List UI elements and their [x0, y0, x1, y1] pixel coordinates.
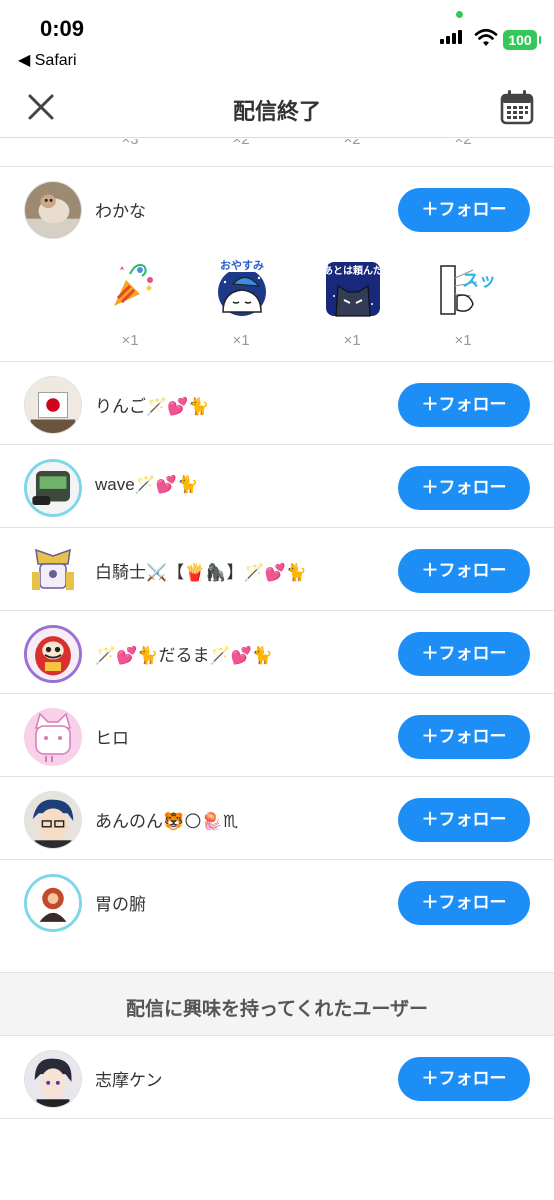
- oyasumi-sticker-icon: おやすみ: [215, 258, 269, 316]
- user-row: りんご🪄💕🐈 ＋フォロー: [0, 363, 554, 445]
- user-row: wave🪄💕🐈 ＋フォロー: [0, 446, 554, 528]
- gift-count: ×2: [232, 139, 250, 148]
- section-title: 配信に興味を持ってくれたユーザー: [125, 999, 429, 1020]
- gift-count: ×3: [121, 139, 139, 148]
- gift-list: ×1 おやすみ ×1 あとは頼んだ ×1 スッ ×1: [0, 246, 554, 366]
- user-row: 胃の腑 ＋フォロー: [0, 861, 554, 943]
- follow-button[interactable]: ＋フォロー: [398, 466, 530, 510]
- avatar[interactable]: [24, 542, 82, 600]
- avatar[interactable]: [24, 625, 82, 683]
- calendar-icon[interactable]: [500, 89, 534, 125]
- divider: [0, 166, 554, 167]
- user-name: 志摩ケン: [95, 1071, 163, 1090]
- battery-icon: 100: [503, 30, 541, 50]
- avatar[interactable]: [24, 181, 82, 239]
- divider: [0, 610, 554, 611]
- user-name: あんのん🐯🌕🪼♏: [95, 812, 239, 831]
- cellular-signal-icon: [440, 30, 466, 44]
- gift-count: ×2: [343, 139, 361, 148]
- wifi-icon: [474, 28, 498, 46]
- user-row: あんのん🐯🌕🪼♏ ＋フォロー: [0, 778, 554, 860]
- status-time: 0:09: [40, 16, 85, 41]
- nav-bar: 配信終了: [0, 76, 554, 138]
- avatar[interactable]: [24, 376, 82, 434]
- user-name: 白騎士⚔️【🍟🦍】🪄💕🐈: [95, 563, 308, 582]
- user-name: wave🪄💕🐈: [95, 475, 199, 494]
- user-row: 白騎士⚔️【🍟🦍】🪄💕🐈 ＋フォロー: [0, 529, 554, 611]
- gift-count: ×1: [232, 332, 250, 349]
- atowa-tanonda-sticker-icon: あとは頼んだ: [323, 262, 383, 317]
- follow-button[interactable]: ＋フォロー: [398, 881, 530, 925]
- user-row: ヒロ ＋フォロー: [0, 695, 554, 777]
- previous-gift-counts: ×3 ×2 ×2 ×2: [0, 139, 554, 159]
- avatar[interactable]: [24, 708, 82, 766]
- divider: [0, 527, 554, 528]
- sutsu-sticker-icon: スッ: [440, 265, 495, 315]
- user-name: わかな: [95, 202, 146, 221]
- follow-button[interactable]: ＋フォロー: [398, 632, 530, 676]
- user-name: 胃の腑: [95, 895, 146, 914]
- gift-item: ×1: [90, 246, 170, 356]
- follow-button[interactable]: ＋フォロー: [398, 798, 530, 842]
- gift-count: ×1: [121, 332, 139, 349]
- page-title: 配信終了: [232, 99, 321, 124]
- user-name: 🪄💕🐈だるま🪄💕🐈: [95, 646, 274, 665]
- section-header: 配信に興味を持ってくれたユーザー: [0, 972, 554, 1036]
- follow-button[interactable]: ＋フォロー: [398, 1057, 530, 1101]
- user-name: ヒロ: [95, 729, 129, 748]
- avatar[interactable]: [24, 791, 82, 849]
- follow-button[interactable]: ＋フォロー: [398, 549, 530, 593]
- avatar[interactable]: [24, 459, 82, 517]
- follow-button[interactable]: ＋フォロー: [398, 188, 530, 232]
- gift-item: おやすみ ×1: [201, 246, 281, 356]
- divider: [0, 444, 554, 445]
- party-popper-icon: [114, 264, 153, 306]
- follow-button[interactable]: ＋フォロー: [398, 383, 530, 427]
- gift-count: ×1: [454, 332, 472, 349]
- gift-count: ×1: [343, 332, 361, 349]
- sticker-label: スッ: [462, 271, 495, 291]
- divider: [0, 1118, 554, 1119]
- sticker-label: おやすみ: [220, 259, 264, 272]
- avatar[interactable]: [24, 1050, 82, 1108]
- gift-item: あとは頼んだ ×1: [312, 246, 392, 356]
- user-name: りんご🪄💕🐈: [95, 397, 210, 416]
- sticker-label: あとは頼んだ: [323, 264, 383, 277]
- gift-item: スッ ×1: [423, 246, 503, 356]
- user-row: 🪄💕🐈だるま🪄💕🐈 ＋フォロー: [0, 612, 554, 694]
- divider: [0, 859, 554, 860]
- status-bar: 0:09 ◀ Safari 100: [0, 0, 554, 76]
- user-row: 志摩ケン ＋フォロー: [0, 1037, 554, 1119]
- divider: [0, 776, 554, 777]
- divider: [0, 693, 554, 694]
- camera-indicator-icon: [456, 11, 463, 18]
- follow-button[interactable]: ＋フォロー: [398, 715, 530, 759]
- divider: [0, 361, 554, 362]
- back-to-safari-link[interactable]: ◀ Safari: [18, 50, 77, 70]
- avatar[interactable]: [24, 874, 82, 932]
- gift-user-row: わかな ＋フォロー ×1 おやすみ ×1 あとは頼んだ ×1 スッ ×1: [0, 168, 554, 363]
- scroll-content[interactable]: ×3 ×2 ×2 ×2 わかな ＋フォロー ×1 おやすみ ×1 あとは頼んだ …: [0, 139, 554, 1200]
- gift-count: ×2: [454, 139, 472, 148]
